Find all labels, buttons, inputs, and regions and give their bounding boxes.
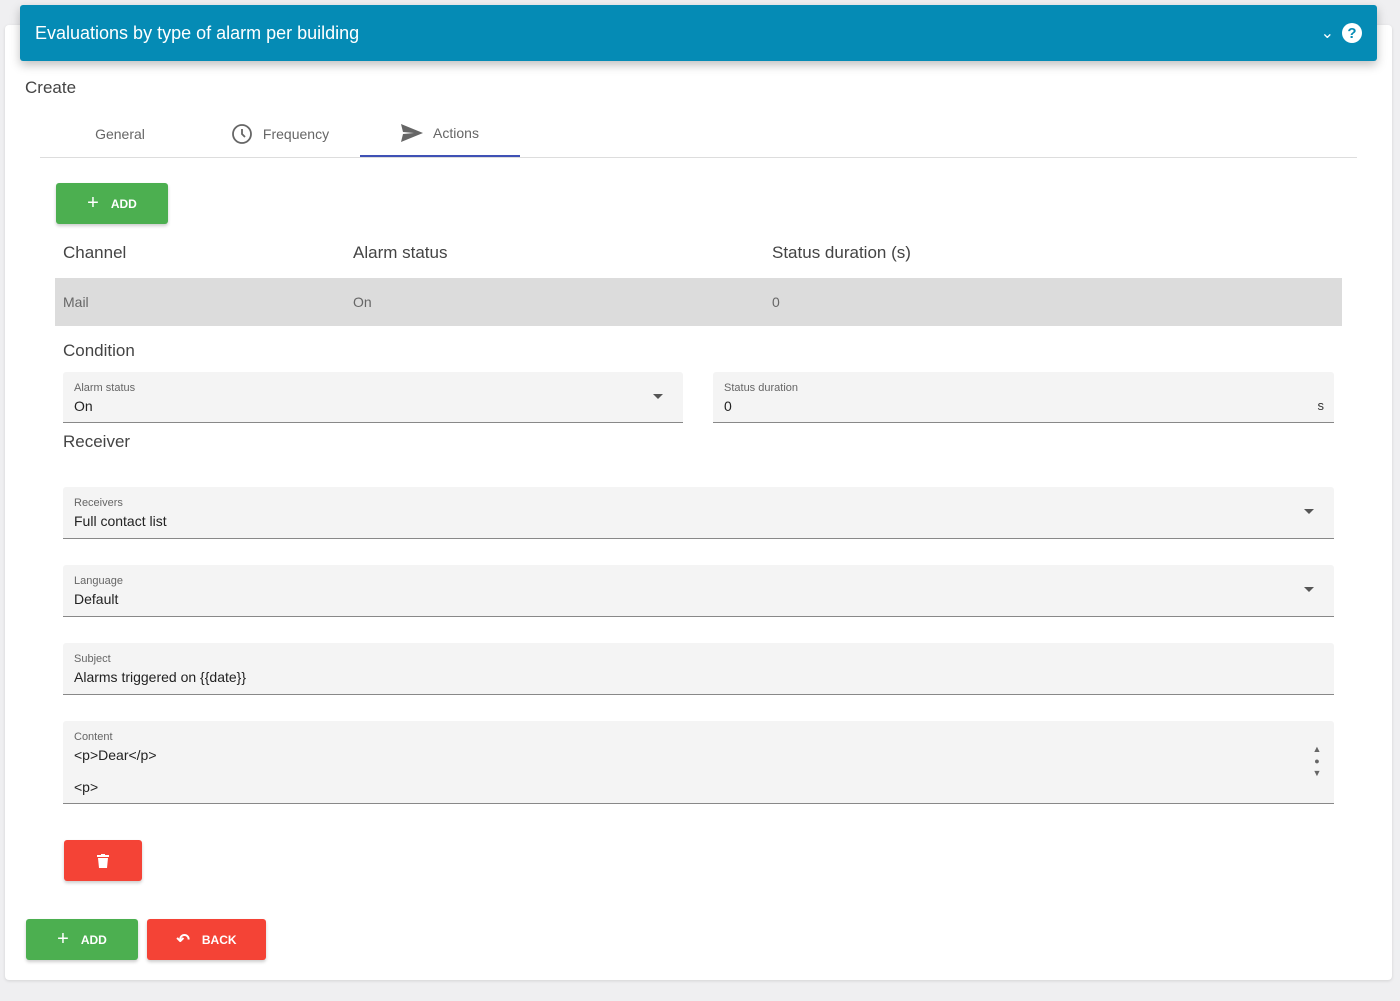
field-label: Receivers [74,497,123,509]
status-duration-input[interactable]: Status duration 0 s [713,372,1334,423]
tab-bar: General Frequency Actions [40,110,1357,158]
field-value: On [74,398,93,414]
tab-general[interactable]: General [40,110,200,157]
cell-alarm-status: On [353,294,372,310]
section-subtitle: Create [25,78,77,97]
field-value: Alarms triggered on {{date}} [74,669,247,685]
field-label: Subject [74,653,111,665]
field-label: Alarm status [74,382,136,394]
language-select[interactable]: Language Default [63,565,1334,617]
tab-actions[interactable]: Actions [360,110,520,157]
content-textarea[interactable]: Content <p>Dear</p> <p> ▲ ● ▼ [63,721,1334,804]
field-label: Content [74,731,113,743]
field-value: Default [74,591,119,607]
column-header-status-duration: Status duration (s) [772,243,911,262]
column-header-channel: Channel [63,243,127,262]
field-label: Language [74,575,123,587]
help-icon[interactable]: ? [1342,23,1362,43]
dropdown-arrow-icon [1304,587,1314,592]
dropdown-arrow-icon [1304,509,1314,514]
column-header-alarm-status: Alarm status [353,243,448,262]
button-label: BACK [201,932,237,947]
button-label: ADD [80,932,107,947]
dropdown-arrow-icon [653,394,663,399]
plus-icon: + [87,192,99,214]
receiver-heading: Receiver [63,432,131,451]
page-header: Evaluations by type of alarm per buildin… [20,5,1377,61]
clock-icon [232,123,252,144]
field-value: <p>Dear</p> <p> [74,747,157,795]
tab-frequency[interactable]: Frequency [200,110,360,157]
add-button[interactable]: + ADD [26,919,138,960]
receivers-select[interactable]: Receivers Full contact list [63,487,1334,539]
undo-icon: ↶ [176,931,190,949]
subject-input[interactable]: Subject Alarms triggered on {{date}} [63,643,1334,695]
field-value: 0 [724,398,732,414]
cell-status-duration: 0 [772,294,780,310]
button-label: ADD [110,196,137,211]
tab-label: Frequency [262,125,330,142]
trash-icon [97,853,109,868]
alarm-status-select[interactable]: Alarm status On [63,372,683,423]
condition-heading: Condition [63,341,135,360]
table-row[interactable] [55,278,1342,326]
tab-label: General [95,125,145,142]
send-icon [401,123,424,142]
add-action-button[interactable]: + ADD [56,183,168,224]
unit-suffix: s [1317,398,1325,413]
delete-action-button[interactable] [64,840,142,881]
page-title: Evaluations by type of alarm per buildin… [35,22,360,43]
chevron-down-icon[interactable]: ⌄ [1321,23,1334,43]
field-value: Full contact list [74,513,167,529]
field-label: Status duration [724,382,798,394]
tab-label: Actions [433,124,479,141]
textarea-scrollbar[interactable]: ▲ ● ▼ [1310,743,1324,779]
cell-channel: Mail [63,294,89,310]
plus-icon: + [57,928,69,950]
back-button[interactable]: ↶ BACK [147,919,266,960]
